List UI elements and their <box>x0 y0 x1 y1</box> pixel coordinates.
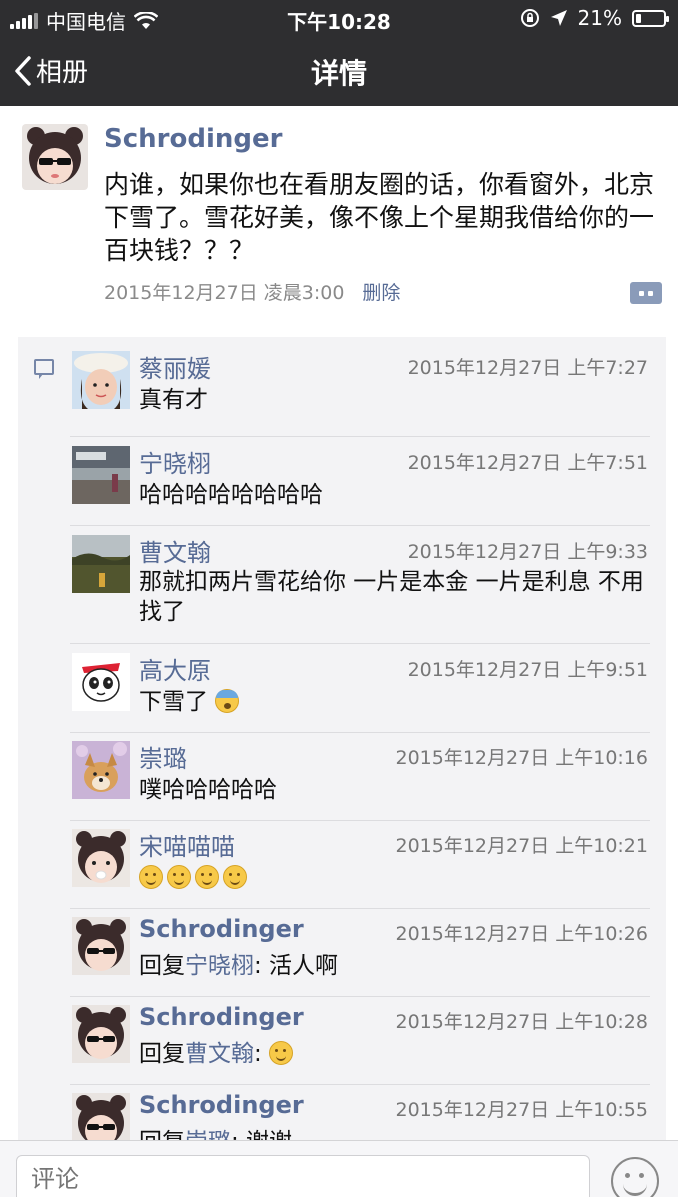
commenter-name[interactable]: 高大原 <box>139 651 211 686</box>
dot-icon <box>648 290 653 296</box>
reply-prefix: 回复 <box>139 953 185 979</box>
post-text: 内谁，如果你也在看朋友圈的话，你看窗外，北京下雪了。雪花好美，像不像上个星期我借… <box>104 170 655 265</box>
comment-time: 2015年12月27日 上午9:33 <box>407 541 648 563</box>
divider <box>70 1084 650 1085</box>
post-author-name[interactable]: Schrodinger <box>104 124 282 154</box>
commenter-name[interactable]: 曹文翰 <box>139 533 211 568</box>
commenter-name[interactable]: 崇璐 <box>139 739 187 774</box>
smile-face-icon <box>139 865 163 889</box>
commenter-name[interactable]: 宋喵喵喵 <box>139 827 235 862</box>
commenter-avatar[interactable] <box>72 1005 130 1063</box>
comment-text: 噗哈哈哈哈哈 <box>139 777 277 803</box>
fearful-face-icon <box>215 689 240 713</box>
comment-input-bar <box>0 1140 678 1197</box>
dot-icon <box>639 290 644 296</box>
commenter-avatar[interactable] <box>72 446 130 504</box>
commenter-name[interactable]: Schrodinger <box>139 1003 304 1031</box>
reply-text: : <box>254 1041 270 1067</box>
comment-text: 那就扣两片雪花给你 一片是本金 一片是利息 不用找了 <box>139 569 644 625</box>
comment-input[interactable] <box>16 1155 590 1197</box>
commenter-avatar[interactable] <box>72 653 130 711</box>
smirk-face-icon <box>269 1041 294 1065</box>
comment-text: 哈哈哈哈哈哈哈哈 <box>139 482 323 508</box>
comment-time: 2015年12月27日 上午7:51 <box>407 452 648 474</box>
commenter-name[interactable]: 蔡丽媛 <box>139 349 211 384</box>
battery-icon <box>632 9 669 27</box>
comment-text: 真有才 <box>139 387 208 413</box>
delete-button[interactable]: 删除 <box>362 278 400 305</box>
post-meta: 2015年12月27日 凌晨3:00 删除 <box>104 278 400 305</box>
commenter-avatar[interactable] <box>72 917 130 975</box>
comment-time: 2015年12月27日 上午10:28 <box>395 1011 648 1033</box>
comment-time: 2015年12月27日 上午7:27 <box>407 357 648 379</box>
commenter-avatar[interactable] <box>72 1093 130 1147</box>
reply-text: : 活人啊 <box>254 953 339 979</box>
commenter-avatar[interactable] <box>72 535 130 593</box>
comment-icon <box>34 359 54 379</box>
reply-prefix: 回复 <box>139 1041 185 1067</box>
smile-face-icon <box>223 865 247 889</box>
comment-time: 2015年12月27日 上午10:55 <box>395 1099 648 1121</box>
commenter-avatar[interactable] <box>72 829 130 887</box>
comment-text-label: 下雪了 <box>139 689 208 715</box>
nav-bar: 相册 详情 <box>0 38 678 106</box>
battery-percent: 21% <box>577 6 622 30</box>
comment-time: 2015年12月27日 上午10:21 <box>395 835 648 857</box>
commenter-name[interactable]: 宁晓栩 <box>139 444 211 479</box>
divider <box>70 525 650 526</box>
smile-face-icon <box>195 865 219 889</box>
comment-text: 下雪了 <box>139 687 649 717</box>
commenter-avatar[interactable] <box>72 351 130 409</box>
battery-fill <box>636 13 642 23</box>
commenter-name[interactable]: Schrodinger <box>139 1091 304 1119</box>
location-icon <box>550 10 567 26</box>
commenter-avatar[interactable] <box>72 741 130 799</box>
divider <box>70 643 650 644</box>
emoji-button[interactable] <box>611 1157 659 1197</box>
more-actions-button[interactable] <box>630 282 662 304</box>
comment-text: 回复曹文翰: <box>139 1039 649 1069</box>
comment-text <box>139 863 649 893</box>
author-avatar[interactable] <box>22 124 88 190</box>
page-title: 详情 <box>310 57 367 90</box>
smile-face-icon <box>167 865 191 889</box>
divider <box>70 732 650 733</box>
post-time: 2015年12月27日 凌晨3:00 <box>104 282 345 304</box>
reply-target-link[interactable]: 宁晓栩 <box>185 953 254 979</box>
comment-time: 2015年12月27日 上午10:26 <box>395 923 648 945</box>
comment-time: 2015年12月27日 上午9:51 <box>407 659 648 681</box>
comment-list: 蔡丽媛 2015年12月27日 上午7:27 真有才 宁晓栩 2015年12月2… <box>18 337 666 1147</box>
reply-target-link[interactable]: 曹文翰 <box>185 1041 254 1067</box>
divider <box>70 820 650 821</box>
rotation-lock-icon <box>520 9 539 27</box>
comment-text: 回复宁晓栩: 活人啊 <box>139 951 649 981</box>
comment-time: 2015年12月27日 上午10:16 <box>395 747 648 769</box>
divider <box>70 436 650 437</box>
divider <box>70 908 650 909</box>
divider <box>70 996 650 997</box>
status-bar: 中国电信 下午10:28 21% <box>0 0 678 38</box>
commenter-name[interactable]: Schrodinger <box>139 915 304 943</box>
